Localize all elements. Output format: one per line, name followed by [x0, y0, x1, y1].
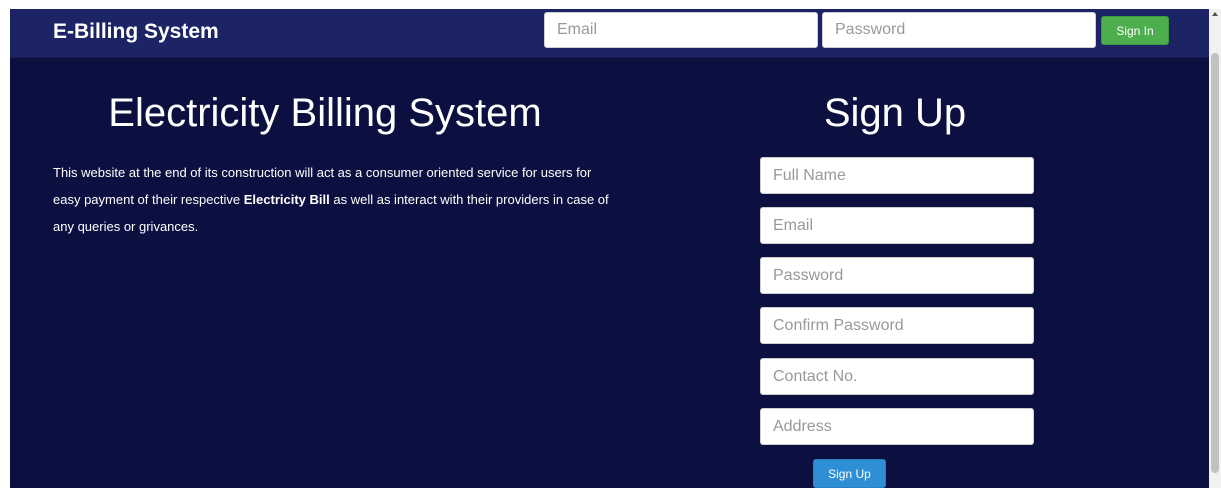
- navbar: E-Billing System Sign In: [10, 9, 1209, 58]
- scrollbar-thumb[interactable]: [1211, 53, 1219, 473]
- signup-email-input[interactable]: [760, 207, 1034, 244]
- hero-description: This website at the end of its construct…: [53, 159, 613, 240]
- sign-up-button[interactable]: Sign Up: [813, 459, 886, 488]
- page: E-Billing System Sign In Electricity Bil…: [10, 9, 1209, 488]
- signup-password-input[interactable]: [760, 257, 1034, 294]
- navbar-password-input[interactable]: [822, 12, 1096, 48]
- hero-title: Electricity Billing System: [108, 91, 542, 135]
- contact-number-input[interactable]: [760, 358, 1034, 395]
- sign-in-button[interactable]: Sign In: [1101, 16, 1169, 45]
- navbar-email-input[interactable]: [544, 12, 818, 48]
- scroll-up-arrow-icon[interactable]: [1212, 12, 1218, 16]
- full-name-input[interactable]: [760, 157, 1034, 194]
- brand-title[interactable]: E-Billing System: [53, 20, 219, 44]
- confirm-password-input[interactable]: [760, 307, 1034, 344]
- vertical-scrollbar[interactable]: [1209, 9, 1221, 488]
- signup-title: Sign Up: [823, 91, 967, 135]
- description-bold-text: Electricity Bill: [243, 192, 330, 207]
- address-input[interactable]: [760, 408, 1034, 445]
